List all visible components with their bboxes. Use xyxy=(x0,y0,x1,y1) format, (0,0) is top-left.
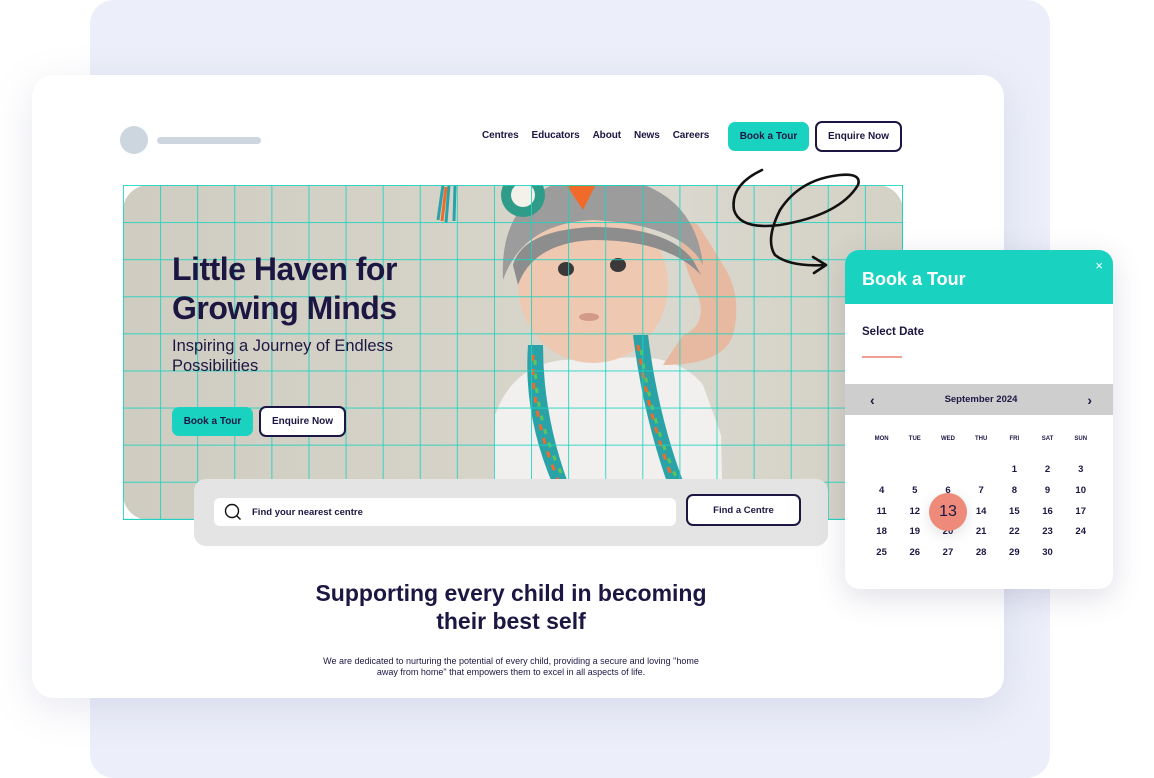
calendar-day[interactable]: 9 xyxy=(1031,484,1064,505)
hero-title: Little Haven for Growing Minds xyxy=(172,250,397,328)
weekday-header: TUE xyxy=(908,436,921,442)
centre-search-input[interactable]: Find your nearest centre xyxy=(214,498,676,526)
nav-link-centres[interactable]: Centres xyxy=(482,128,519,144)
baby-mouth xyxy=(579,313,599,321)
calendar-day[interactable]: 28 xyxy=(965,546,998,567)
section-body-line1: We are dedicated to nurturing the potent… xyxy=(323,656,699,666)
empty-day-cell xyxy=(898,463,931,484)
baby-arm xyxy=(663,221,737,365)
calendar-day[interactable]: 29 xyxy=(998,546,1031,567)
section-body-line2: away from home" that empowers them to ex… xyxy=(376,667,646,677)
calendar-day[interactable]: 25 xyxy=(865,546,898,567)
section-heading-line2: their best self xyxy=(436,608,586,634)
calendar-day[interactable]: 12 xyxy=(898,505,931,526)
current-month-label: September 2024 xyxy=(944,394,1018,405)
chevron-left-icon[interactable]: ‹ xyxy=(870,392,875,408)
calendar-day[interactable]: 19 xyxy=(898,525,931,546)
calendar-day[interactable]: 24 xyxy=(1064,525,1097,546)
nav-link-educators[interactable]: Educators xyxy=(532,128,580,144)
stage: Centres Educators About News Careers Boo… xyxy=(0,0,1154,778)
empty-day-cell xyxy=(865,463,898,484)
calendar-day[interactable]: 23 xyxy=(1031,525,1064,546)
weekday-header: THU xyxy=(974,436,988,442)
calendar-day[interactable]: 15 xyxy=(998,505,1031,526)
weekday-header: WED xyxy=(940,436,955,442)
calendar-day[interactable]: 5 xyxy=(898,484,931,505)
chevron-right-icon[interactable]: › xyxy=(1087,392,1092,408)
calendar-day[interactable]: 7 xyxy=(965,484,998,505)
empty-day-cell xyxy=(965,463,998,484)
baby-eye-right xyxy=(610,258,626,272)
calendar-day[interactable]: 11 xyxy=(865,505,898,526)
calendar-day[interactable]: 8 xyxy=(998,484,1031,505)
book-tour-calendar-popup: Book a Tour × Select Date ‹ September 20… xyxy=(845,250,1113,589)
find-centre-button[interactable]: Find a Centre xyxy=(686,494,801,526)
weekday-header: SUN xyxy=(1074,436,1088,442)
calendar-day[interactable]: 2 xyxy=(1031,463,1064,484)
calendar-day[interactable]: 1 xyxy=(998,463,1031,484)
nav-link-careers[interactable]: Careers xyxy=(673,128,710,144)
calendar-title: Book a Tour xyxy=(862,269,966,289)
header-book-tour-button[interactable]: Book a Tour xyxy=(728,122,809,151)
nav-link-about[interactable]: About xyxy=(593,128,621,144)
calendar-day[interactable]: 4 xyxy=(865,484,898,505)
hero-title-line1: Little Haven for xyxy=(172,251,397,287)
search-placeholder: Find your nearest centre xyxy=(252,506,363,518)
nav-link-news[interactable]: News xyxy=(634,128,660,144)
section-body: We are dedicated to nurturing the potent… xyxy=(0,656,1022,678)
close-icon[interactable]: × xyxy=(1095,258,1103,273)
weekday-header: FRI xyxy=(1009,436,1020,442)
hero-title-line2: Growing Minds xyxy=(172,290,397,326)
header-enquire-now-button[interactable]: Enquire Now xyxy=(815,121,902,152)
hero-book-tour-button[interactable]: Book a Tour xyxy=(172,407,253,436)
weekday-header: MON xyxy=(874,436,889,442)
baby-eye-left xyxy=(558,262,574,276)
calendar-day[interactable]: 14 xyxy=(965,505,998,526)
calendar-day[interactable]: 3 xyxy=(1064,463,1097,484)
calendar-day[interactable]: 16 xyxy=(1031,505,1064,526)
logo-text-placeholder xyxy=(157,137,261,144)
selected-day-highlight: 13 xyxy=(928,492,967,531)
weekday-header: SAT xyxy=(1041,436,1054,442)
calendar-day[interactable]: 27 xyxy=(931,546,964,567)
calendar-day[interactable]: 30 xyxy=(1031,546,1064,567)
hero-enquire-now-button[interactable]: Enquire Now xyxy=(259,406,346,437)
calendar-day[interactable]: 10 xyxy=(1064,484,1097,505)
select-date-label: Select Date xyxy=(862,326,925,338)
select-date-underline xyxy=(862,356,902,358)
hero-subtitle: Inspiring a Journey of Endless Possibili… xyxy=(172,337,394,375)
calendar-day[interactable]: 22 xyxy=(998,525,1031,546)
main-nav: Centres Educators About News Careers xyxy=(482,128,709,144)
month-navigator: ‹ September 2024 › xyxy=(845,384,1113,415)
calendar-day[interactable]: 26 xyxy=(898,546,931,567)
calendar-day[interactable]: 21 xyxy=(965,525,998,546)
calendar-day[interactable]: 17 xyxy=(1064,505,1097,526)
logo-placeholder-icon[interactable] xyxy=(120,126,148,154)
calendar-day-selected[interactable]: 1313 xyxy=(928,492,967,531)
calendar-day[interactable]: 18 xyxy=(865,525,898,546)
calendar-day-grid: MONTUEWEDTHUFRISATSUN1234567891011121313… xyxy=(865,436,1100,567)
calendar-header: Book a Tour × xyxy=(845,250,1113,304)
search-icon xyxy=(224,503,241,520)
empty-day-cell xyxy=(931,463,964,484)
